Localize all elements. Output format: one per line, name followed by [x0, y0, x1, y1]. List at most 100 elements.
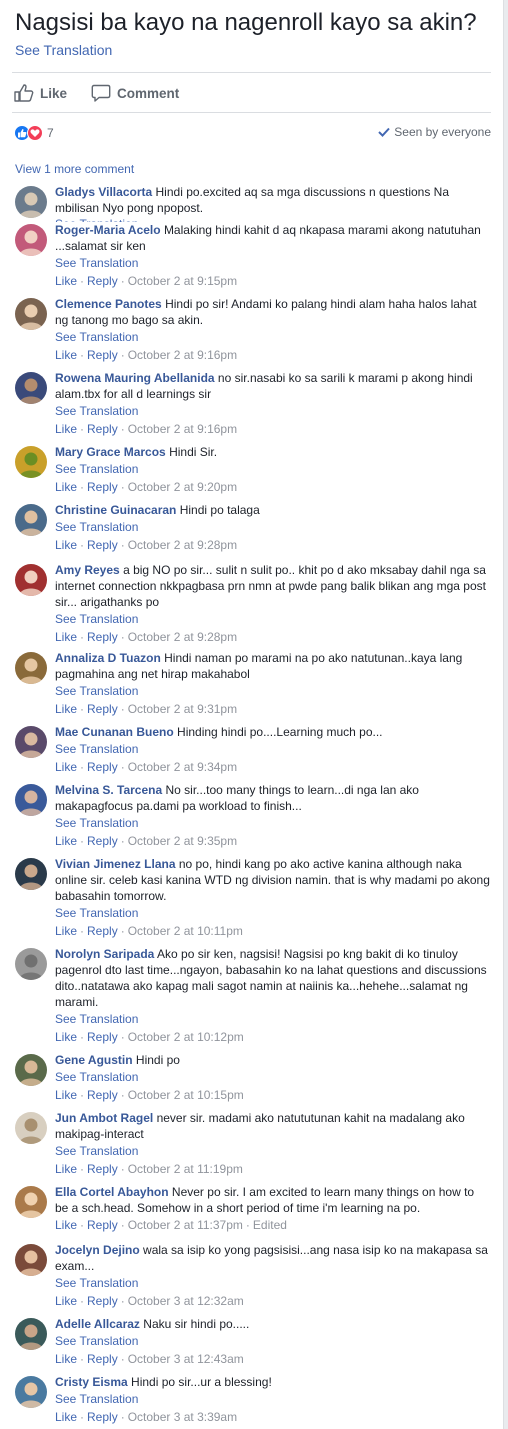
comment-timestamp[interactable]: October 2 at 9:35pm [128, 834, 237, 848]
avatar[interactable] [15, 1376, 47, 1408]
comment-timestamp[interactable]: October 2 at 9:16pm [128, 422, 237, 436]
comment-author[interactable]: Clemence Panotes [55, 297, 162, 311]
comment-reply-link[interactable]: Reply [87, 1088, 118, 1102]
edited-label[interactable]: Edited [253, 1218, 287, 1232]
avatar[interactable] [15, 1054, 47, 1086]
avatar[interactable] [15, 1112, 47, 1144]
comment-author[interactable]: Rowena Mauring Abellanida [55, 371, 215, 385]
comment-author[interactable]: Gene Agustin [55, 1053, 133, 1067]
comment-reply-link[interactable]: Reply [87, 1162, 118, 1176]
comment-like-link[interactable]: Like [55, 274, 77, 288]
comment-button[interactable]: Comment [91, 80, 179, 106]
comment-reply-link[interactable]: Reply [87, 348, 118, 362]
avatar[interactable] [15, 224, 47, 256]
comment-author[interactable]: Christine Guinacaran [55, 503, 176, 517]
avatar[interactable] [15, 948, 47, 980]
see-translation-link[interactable]: See Translation [55, 814, 490, 832]
comment-like-link[interactable]: Like [55, 702, 77, 716]
comment-timestamp[interactable]: October 3 at 12:43am [128, 1352, 244, 1366]
comment-timestamp[interactable]: October 2 at 9:28pm [128, 630, 237, 644]
comment-author[interactable]: Jun Ambot Ragel [55, 1111, 153, 1125]
avatar[interactable] [15, 858, 47, 890]
avatar[interactable] [15, 784, 47, 816]
comment-timestamp[interactable]: October 2 at 9:15pm [128, 274, 237, 288]
comment-reply-link[interactable]: Reply [87, 630, 118, 644]
comment-reply-link[interactable]: Reply [87, 1410, 118, 1424]
comment-like-link[interactable]: Like [55, 480, 77, 494]
avatar[interactable] [15, 504, 47, 536]
avatar[interactable] [15, 446, 47, 478]
comment-timestamp[interactable]: October 2 at 9:34pm [128, 760, 237, 774]
comment-author[interactable]: Annaliza D Tuazon [55, 651, 161, 665]
comment-reply-link[interactable]: Reply [87, 422, 118, 436]
see-translation-link[interactable]: See Translation [55, 1010, 490, 1028]
reactions-summary[interactable]: 7 [14, 124, 54, 142]
comment-timestamp[interactable]: October 3 at 3:39am [128, 1410, 237, 1424]
avatar[interactable] [15, 1186, 47, 1218]
comment-author[interactable]: Melvina S. Tarcena [55, 783, 162, 797]
comment-author[interactable]: Jocelyn Dejino [55, 1243, 140, 1257]
comment-reply-link[interactable]: Reply [87, 1030, 118, 1044]
comment-reply-link[interactable]: Reply [87, 924, 118, 938]
see-translation-link[interactable]: See Translation [55, 740, 490, 758]
comment-timestamp[interactable]: October 2 at 10:11pm [128, 924, 243, 938]
comment-reply-link[interactable]: Reply [87, 834, 118, 848]
seen-by-indicator[interactable]: Seen by everyone [378, 125, 491, 139]
comment-timestamp[interactable]: October 2 at 10:12pm [128, 1030, 244, 1044]
comment-like-link[interactable]: Like [55, 422, 77, 436]
comment-author[interactable]: Ella Cortel Abayhon [55, 1185, 169, 1199]
comment-author[interactable]: Amy Reyes [55, 563, 120, 577]
see-translation-link[interactable]: See Translation [55, 1068, 490, 1086]
comment-like-link[interactable]: Like [55, 1410, 77, 1424]
comment-timestamp[interactable]: October 2 at 11:37pm [128, 1218, 243, 1232]
avatar[interactable] [15, 298, 47, 330]
comment-reply-link[interactable]: Reply [87, 1218, 118, 1232]
comment-like-link[interactable]: Like [55, 760, 77, 774]
avatar[interactable] [15, 1318, 47, 1350]
comment-timestamp[interactable]: October 2 at 11:19pm [128, 1162, 243, 1176]
see-translation-link[interactable]: See Translation [55, 402, 490, 420]
comment-author[interactable]: Norolyn Saripada [55, 947, 154, 961]
avatar[interactable] [15, 186, 47, 218]
comment-reply-link[interactable]: Reply [87, 760, 118, 774]
comment-like-link[interactable]: Like [55, 538, 77, 552]
comment-timestamp[interactable]: October 3 at 12:32am [128, 1294, 244, 1308]
see-translation-link[interactable]: See Translation [55, 1274, 490, 1292]
see-translation-link[interactable]: See Translation [55, 254, 490, 272]
comment-like-link[interactable]: Like [55, 834, 77, 848]
comment-author[interactable]: Mae Cunanan Bueno [55, 725, 174, 739]
comment-reply-link[interactable]: Reply [87, 702, 118, 716]
avatar[interactable] [15, 564, 47, 596]
comment-timestamp[interactable]: October 2 at 9:31pm [128, 702, 237, 716]
comment-timestamp[interactable]: October 2 at 9:16pm [128, 348, 237, 362]
comment-timestamp[interactable]: October 2 at 9:20pm [128, 480, 237, 494]
comment-like-link[interactable]: Like [55, 1352, 77, 1366]
comment-timestamp[interactable]: October 2 at 10:15pm [128, 1088, 244, 1102]
see-translation-link[interactable]: See Translation [55, 328, 490, 346]
post-see-translation-link[interactable]: See Translation [15, 42, 112, 58]
view-more-comments-link[interactable]: View 1 more comment [15, 162, 134, 176]
see-translation-link[interactable]: See Translation [55, 610, 490, 628]
avatar[interactable] [15, 652, 47, 684]
comment-reply-link[interactable]: Reply [87, 1352, 118, 1366]
comment-author[interactable]: Gladys Villacorta [55, 185, 152, 199]
comment-like-link[interactable]: Like [55, 630, 77, 644]
comment-like-link[interactable]: Like [55, 1030, 77, 1044]
comment-author[interactable]: Adelle Allcaraz [55, 1317, 140, 1331]
comment-like-link[interactable]: Like [55, 924, 77, 938]
comment-author[interactable]: Mary Grace Marcos [55, 445, 166, 459]
see-translation-link[interactable]: See Translation [55, 1390, 490, 1408]
comment-reply-link[interactable]: Reply [87, 538, 118, 552]
see-translation-link[interactable]: See Translation [55, 682, 490, 700]
see-translation-link[interactable]: See Translation [55, 460, 490, 478]
comment-like-link[interactable]: Like [55, 1162, 77, 1176]
see-translation-link[interactable]: See Translation [55, 1332, 490, 1350]
comment-author[interactable]: Cristy Eisma [55, 1375, 128, 1389]
see-translation-link[interactable]: See Translation [55, 518, 490, 536]
comment-like-link[interactable]: Like [55, 1294, 77, 1308]
avatar[interactable] [15, 1244, 47, 1276]
comment-reply-link[interactable]: Reply [87, 1294, 118, 1308]
avatar[interactable] [15, 726, 47, 758]
see-translation-link[interactable]: See Translation [55, 1142, 490, 1160]
comment-author[interactable]: Roger-Maria Acelo [55, 223, 161, 237]
